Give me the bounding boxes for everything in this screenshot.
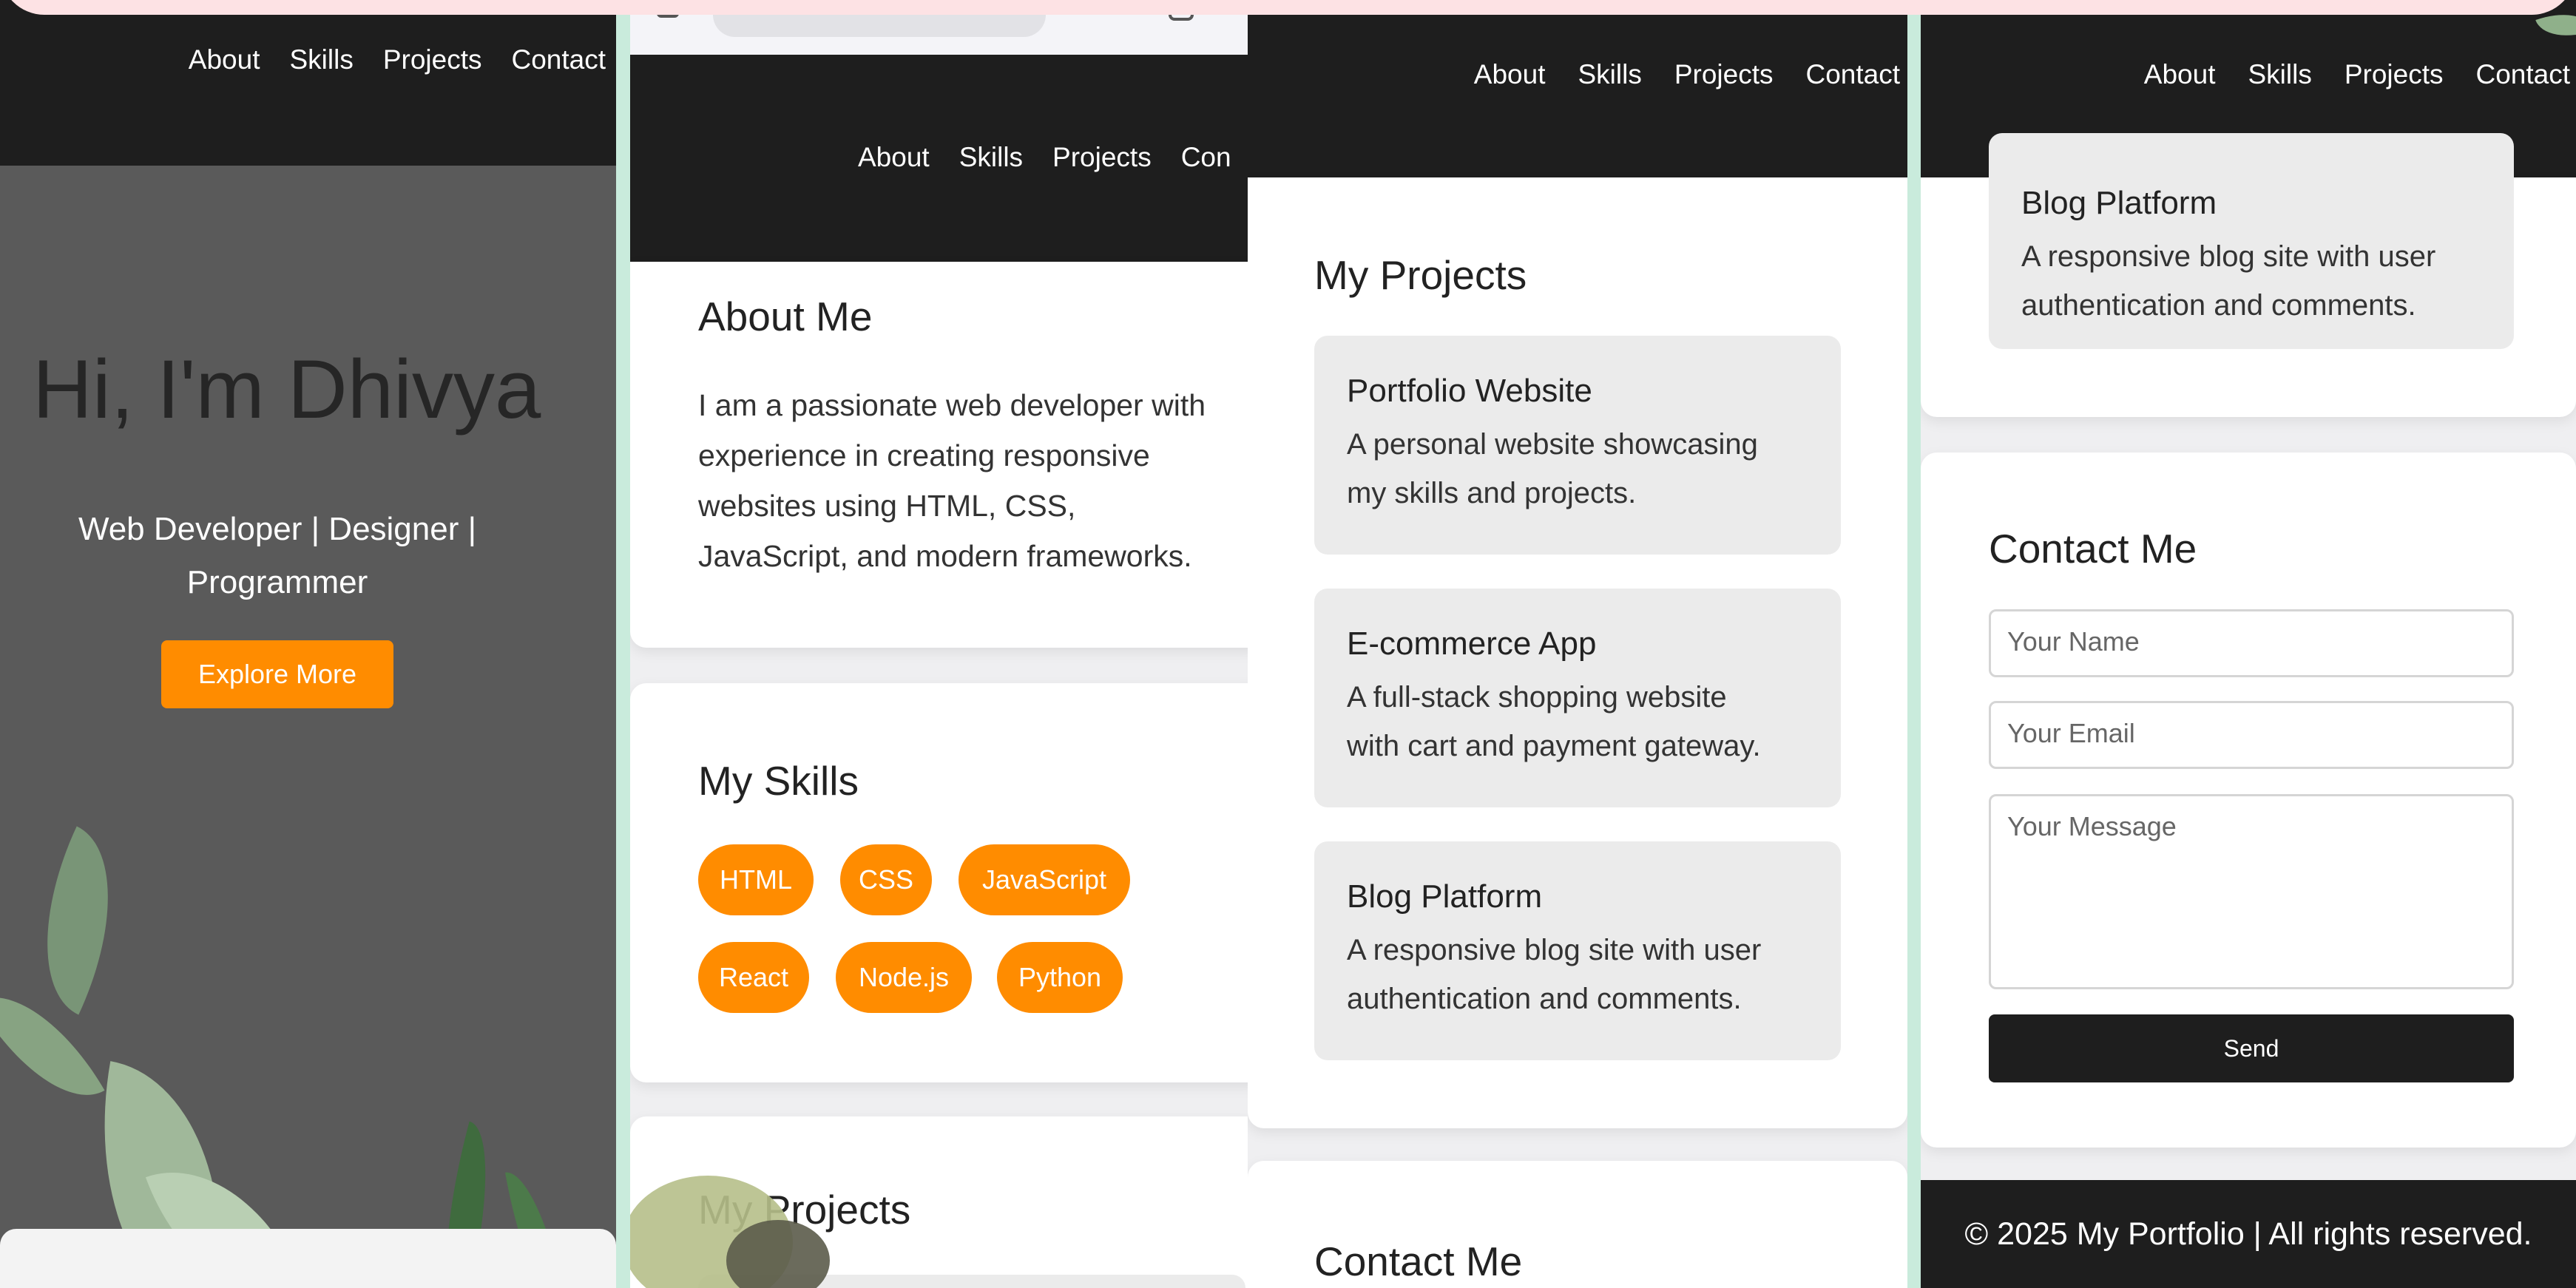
project-title: Blog Platform xyxy=(2021,185,2217,221)
nav-link-projects[interactable]: Projects xyxy=(2345,59,2444,90)
project-title: Portfolio Website xyxy=(1347,373,1592,409)
name-input[interactable]: Your Name xyxy=(1989,609,2514,677)
explore-more-button[interactable]: Explore More xyxy=(161,640,393,708)
next-section-card-top xyxy=(0,1229,616,1288)
about-title: About Me xyxy=(698,294,873,339)
nav-link-about[interactable]: About xyxy=(1474,59,1546,90)
contact-title: Contact Me xyxy=(1314,1238,1523,1284)
nav-link-skills[interactable]: Skills xyxy=(2248,59,2311,90)
project-card-ecommerce: E-commerce App A full-stack shopping web… xyxy=(1314,589,1841,807)
project-description: A responsive blog site with user authent… xyxy=(2021,240,2436,322)
skill-pill: Python xyxy=(997,942,1123,1013)
nav-link-contact[interactable]: Contact xyxy=(511,44,606,75)
nav-link-skills[interactable]: Skills xyxy=(289,44,353,75)
project-card-blog: Blog Platform A responsive blog site wit… xyxy=(1314,841,1841,1060)
project-description: A responsive blog site with user authent… xyxy=(1347,934,1762,1015)
nav-link-contact[interactable]: Contact xyxy=(2475,59,2570,90)
project-card-blog: Blog Platform A responsive blog site wit… xyxy=(1989,133,2514,349)
hero-subtitle: Web Developer | Designer | Programmer xyxy=(78,511,477,600)
projects-title: My Projects xyxy=(1314,252,1527,298)
nav-link-projects[interactable]: Projects xyxy=(1052,142,1152,173)
about-text: I am a passionate web developer with exp… xyxy=(698,388,1206,573)
skill-pill: HTML xyxy=(698,844,814,915)
nav-link-about[interactable]: About xyxy=(2144,59,2216,90)
send-button[interactable]: Send xyxy=(1989,1014,2514,1082)
projects-card: Blog Platform A responsive blog site wit… xyxy=(1921,133,2576,417)
footer: © 2025 My Portfolio | All rights reserve… xyxy=(1921,1180,2576,1288)
email-input[interactable]: Your Email xyxy=(1989,701,2514,769)
project-description: A personal website showcasing my skills … xyxy=(1347,428,1758,509)
project-card-portfolio: Portfolio Website A personal website sho… xyxy=(1314,336,1841,555)
projects-card: My Projects Portfolio Website A personal… xyxy=(1248,177,1907,1128)
contact-card: Contact Me xyxy=(1248,1161,1907,1288)
message-textarea[interactable]: Your Message xyxy=(1989,794,2514,989)
nav-link-about[interactable]: About xyxy=(189,44,260,75)
skill-pill: CSS xyxy=(840,844,932,915)
nav-link-contact[interactable]: Con xyxy=(1181,142,1231,173)
nav-link-skills[interactable]: Skills xyxy=(959,142,1023,173)
about-card: About Me I am a passionate web developer… xyxy=(630,262,1248,648)
skills-card: My Skills HTML CSS JavaScript React Node… xyxy=(630,683,1248,1082)
skill-pill: JavaScript xyxy=(959,844,1130,915)
skill-pill: React xyxy=(698,942,809,1013)
nav-link-skills[interactable]: Skills xyxy=(1578,59,1641,90)
project-title: Blog Platform xyxy=(1347,878,1543,915)
contact-panel: About Skills Projects Contact Blog Platf… xyxy=(1921,0,2576,1288)
nav-link-projects[interactable]: Projects xyxy=(383,44,482,75)
contact-title: Contact Me xyxy=(1989,526,2197,572)
hero-title: Hi, I'm Dhivya xyxy=(33,343,541,435)
top-nav: About Skills Projects Con xyxy=(630,55,1248,262)
about-skills-panel: About Skills Projects Con About Me I am … xyxy=(630,0,1248,1288)
skills-title: My Skills xyxy=(698,758,859,804)
browser-chrome-edge xyxy=(0,0,2576,15)
top-nav: About Skills Projects Contact xyxy=(1248,0,1907,177)
project-title: E-commerce App xyxy=(1347,626,1597,662)
skill-pill: Node.js xyxy=(836,942,972,1013)
hero-panel: About Skills Projects Contact Hi, I'm Dh… xyxy=(0,0,616,1288)
nav-link-contact[interactable]: Contact xyxy=(1805,59,1900,90)
nav-link-projects[interactable]: Projects xyxy=(1674,59,1774,90)
contact-card: Contact Me Your Name Your Email Your Mes… xyxy=(1921,453,2576,1148)
project-description: A full-stack shopping website with cart … xyxy=(1347,681,1761,762)
footer-text: © 2025 My Portfolio | All rights reserve… xyxy=(1964,1216,2532,1252)
projects-panel: About Skills Projects Contact My Project… xyxy=(1248,0,1907,1288)
nav-link-about[interactable]: About xyxy=(858,142,930,173)
top-nav: About Skills Projects Contact xyxy=(0,0,616,166)
